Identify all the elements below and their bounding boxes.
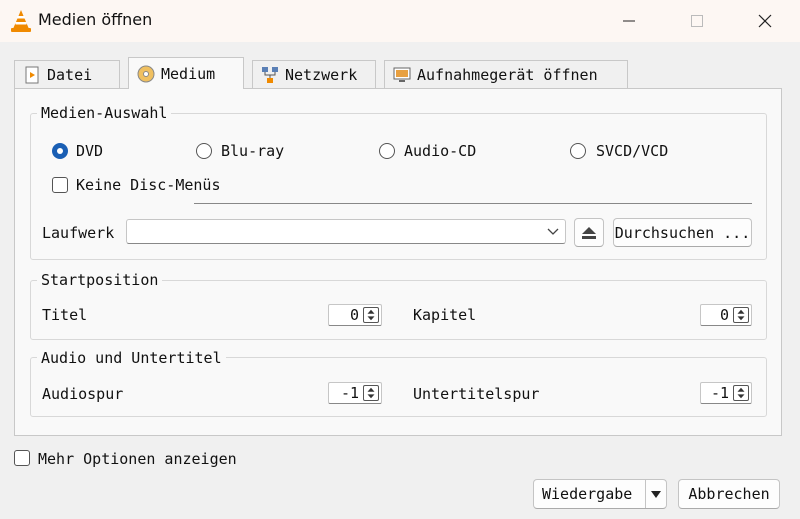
drive-combobox[interactable] — [126, 219, 566, 244]
radio-svcd-vcd[interactable] — [570, 143, 586, 159]
chapter-spinbox[interactable]: 0 — [700, 304, 752, 326]
more-options-checkbox[interactable] — [14, 450, 30, 466]
subtitle-track-value: -1 — [710, 384, 729, 402]
eject-button[interactable] — [574, 218, 604, 247]
tab-label: Datei — [47, 65, 93, 84]
cancel-label: Abbrechen — [688, 485, 770, 503]
start-position-group — [30, 280, 767, 340]
no-disc-menus-label: Keine Disc-Menüs — [76, 176, 221, 194]
title-spinbox[interactable]: 0 — [328, 304, 382, 326]
browse-button[interactable]: Durchsuchen ... — [613, 218, 752, 247]
minimize-button[interactable] — [606, 6, 652, 36]
subtitle-track-label: Untertitelspur — [413, 385, 540, 403]
title-value: 0 — [349, 306, 359, 324]
network-icon — [262, 66, 278, 83]
tab-medium[interactable]: Medium — [128, 57, 244, 89]
eject-icon — [582, 226, 596, 239]
radio-svcd-vcd-label: SVCD/VCD — [596, 142, 669, 160]
play-dropdown-button[interactable] — [645, 480, 666, 508]
up-down-arrows-icon — [363, 385, 379, 401]
more-options-label: Mehr Optionen anzeigen — [38, 450, 237, 468]
vlc-icon — [11, 10, 31, 32]
tab-aufnahmegeraet[interactable]: Aufnahmegerät öffnen — [384, 60, 628, 88]
close-button[interactable] — [742, 6, 788, 36]
chevron-down-icon — [547, 228, 559, 235]
title-label: Titel — [42, 306, 88, 324]
up-down-arrows-icon — [733, 307, 749, 323]
audio-track-spinbox[interactable]: -1 — [328, 382, 382, 404]
up-down-arrows-icon — [733, 385, 749, 401]
audio-track-value: -1 — [340, 384, 359, 402]
close-icon — [758, 14, 772, 28]
separator-line — [194, 203, 752, 204]
audio-track-label: Audiospur — [42, 385, 124, 403]
start-position-label: Startposition — [37, 271, 163, 289]
tab-netzwerk[interactable]: Netzwerk — [252, 60, 376, 88]
radio-dvd-label: DVD — [76, 142, 104, 160]
maximize-button[interactable] — [674, 6, 720, 36]
disc-icon — [137, 65, 155, 82]
tab-label: Netzwerk — [285, 65, 358, 84]
audio-subtitles-label: Audio und Untertitel — [37, 349, 226, 367]
media-selection-label: Medien-Auswahl — [37, 104, 172, 122]
tab-label: Medium — [161, 64, 216, 83]
browse-label: Durchsuchen ... — [614, 223, 751, 242]
no-disc-menus-checkbox[interactable] — [52, 177, 68, 193]
title-bar: Medien öffnen — [0, 0, 800, 42]
file-icon — [25, 66, 39, 83]
radio-audio-cd-label: Audio-CD — [404, 142, 477, 160]
chapter-label: Kapitel — [413, 306, 477, 324]
radio-bluray-label: Blu-ray — [221, 142, 285, 160]
up-down-arrows-icon — [363, 307, 379, 323]
maximize-icon — [691, 15, 703, 27]
drive-label: Laufwerk — [42, 224, 115, 242]
tab-datei[interactable]: Datei — [14, 60, 120, 88]
chapter-value: 0 — [719, 306, 729, 324]
tab-label: Aufnahmegerät öffnen — [417, 65, 598, 84]
capture-device-icon — [393, 67, 411, 82]
cancel-button[interactable]: Abbrechen — [678, 479, 780, 509]
triangle-down-icon — [651, 491, 661, 498]
subtitle-track-spinbox[interactable]: -1 — [700, 382, 752, 404]
window-title: Medien öffnen — [38, 10, 153, 29]
radio-bluray[interactable] — [196, 143, 212, 159]
minimize-icon — [623, 20, 635, 22]
radio-audio-cd[interactable] — [379, 143, 395, 159]
play-button[interactable]: Wiedergabe — [533, 479, 667, 509]
play-label: Wiedergabe — [542, 485, 633, 503]
radio-dvd[interactable] — [52, 143, 68, 159]
